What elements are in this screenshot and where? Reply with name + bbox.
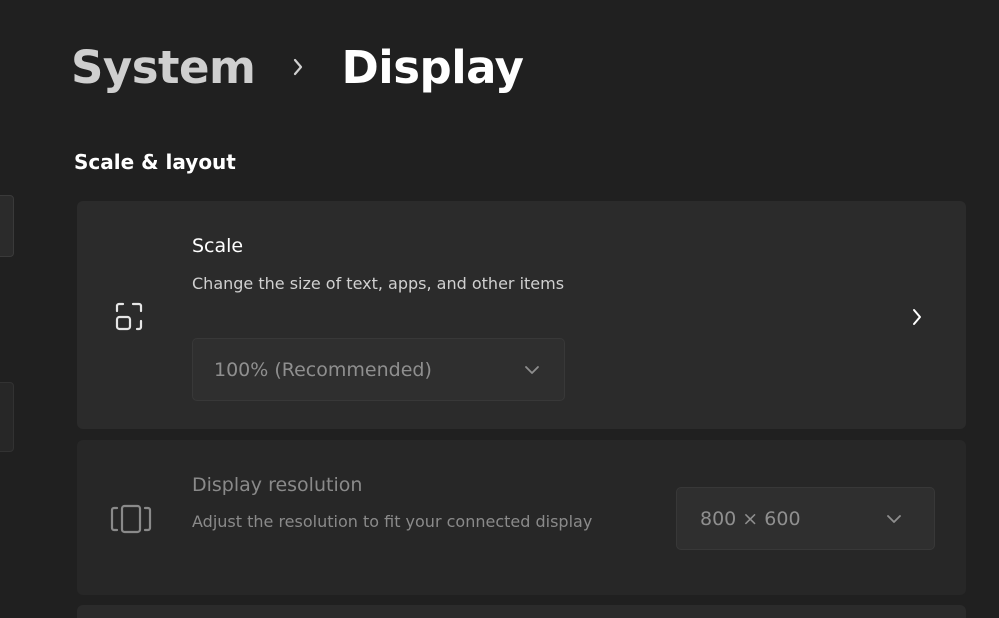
- scale-dropdown-value: 100% (Recommended): [214, 358, 432, 381]
- resolution-dropdown-value: 800 × 600: [700, 507, 801, 530]
- chevron-down-icon: [524, 365, 540, 375]
- settings-window: System Display Scale & layout Scale Chan…: [0, 0, 999, 618]
- resolution-description: Adjust the resolution to fit your connec…: [192, 512, 593, 531]
- scale-icon: [107, 293, 155, 341]
- resolution-dropdown[interactable]: 800 × 600: [676, 487, 935, 550]
- scale-title: Scale: [192, 235, 244, 257]
- resolution-icon: [107, 497, 155, 541]
- scale-card[interactable]: Scale Change the size of text, apps, and…: [77, 201, 966, 429]
- display-resolution-card: Display resolution Adjust the resolution…: [77, 440, 966, 595]
- breadcrumb: System Display: [71, 34, 524, 100]
- resolution-title: Display resolution: [192, 474, 363, 496]
- page-title: Display: [341, 40, 524, 94]
- chevron-down-icon: [886, 514, 902, 524]
- breadcrumb-parent[interactable]: System: [71, 41, 256, 94]
- next-setting-card[interactable]: [77, 605, 966, 618]
- section-title: Scale & layout: [74, 150, 236, 174]
- scale-description: Change the size of text, apps, and other…: [192, 274, 565, 293]
- chevron-right-icon: [255, 47, 341, 87]
- scale-dropdown[interactable]: 100% (Recommended): [192, 338, 565, 401]
- sidebar-item[interactable]: [0, 195, 14, 257]
- chevron-right-icon[interactable]: [905, 303, 929, 331]
- sidebar-item[interactable]: [0, 382, 14, 452]
